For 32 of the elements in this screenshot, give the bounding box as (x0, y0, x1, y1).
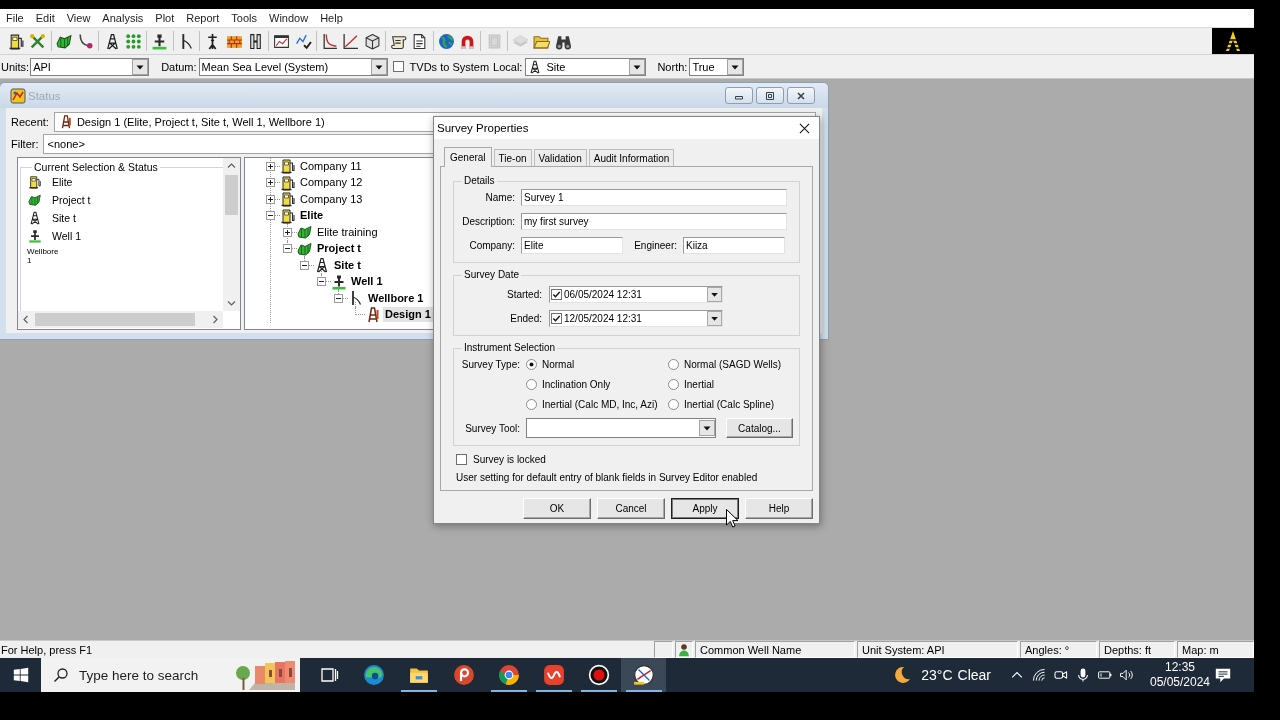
status-pane: Depths: ft (1099, 641, 1175, 658)
field-label: Started: (505, 289, 542, 300)
field-label: Description: (461, 216, 515, 227)
field-label: Name: (484, 192, 515, 203)
selection-item: Site t (52, 212, 76, 224)
field-label: Recent: (11, 116, 49, 128)
status-pane: Map: m (1177, 641, 1254, 658)
field-label: Survey Type: (460, 358, 520, 370)
status-pane: Angles: ° (1020, 641, 1097, 658)
field-label: North: (657, 60, 688, 73)
group-title: Survey Date (463, 269, 521, 281)
group-title: Current Selection & Status (33, 161, 159, 173)
dialog-title: Survey Properties (437, 122, 529, 134)
field-label: Local: (493, 60, 523, 73)
group-title: Details (463, 175, 496, 187)
field-label: Units: (1, 60, 30, 73)
field-label: Company: (468, 240, 515, 251)
field-label: Survey Tool: (464, 422, 520, 434)
status-pane: Common Well Name (695, 641, 855, 658)
field-label: Datum: (161, 60, 197, 73)
selection-item: Project t (52, 194, 91, 206)
info-text: User setting for default entry of blank fields in Survey Editor enabled (455, 472, 759, 483)
status-text: For Help, press F1 (0, 643, 94, 656)
field-label: Ended: (509, 313, 542, 324)
status-pane: Unit System: API (857, 641, 1018, 658)
field-label: Filter: (11, 138, 39, 150)
window-title: Status (28, 89, 61, 102)
selection-item: Well 1 (52, 230, 81, 242)
selection-item: Wellbore 1 (27, 247, 60, 265)
field-label: Engineer: (633, 240, 677, 251)
group-title: Instrument Selection (463, 342, 557, 354)
selection-item: Elite (52, 176, 73, 188)
